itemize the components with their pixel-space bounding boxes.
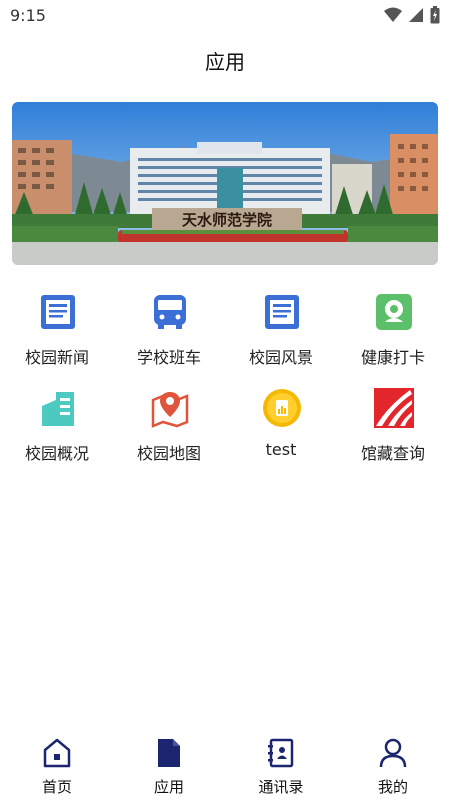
tab-label: 我的	[377, 778, 408, 796]
map-pin-icon	[151, 392, 189, 428]
app-label: test	[265, 440, 297, 459]
tab-apps[interactable]: 应用	[113, 730, 225, 800]
app-label: 校园风景	[248, 348, 313, 367]
library-logo-icon	[374, 388, 414, 428]
status-icons	[384, 6, 440, 24]
home-icon	[43, 738, 71, 768]
bus-icon	[154, 295, 186, 329]
bottom-tab-bar: 首页 应用 通讯录 我的	[0, 730, 450, 800]
tab-label: 通讯录	[258, 778, 304, 796]
app-school-bus[interactable]: 学校班车	[113, 288, 225, 378]
battery-icon	[430, 6, 440, 24]
app-campus-overview[interactable]: 校园概况	[1, 384, 113, 474]
app-label: 学校班车	[136, 348, 201, 367]
app-label: 馆藏查询	[360, 444, 425, 463]
tab-label: 应用	[153, 778, 184, 796]
campus-banner[interactable]: 天水师范学院	[12, 102, 438, 265]
tab-mine[interactable]: 我的	[337, 730, 449, 800]
app-label: 校园新闻	[24, 348, 89, 367]
tab-home[interactable]: 首页	[1, 730, 113, 800]
app-label: 校园地图	[136, 444, 201, 463]
tab-label: 首页	[41, 778, 72, 796]
page-title: 应用	[205, 50, 245, 74]
app-test[interactable]: test	[225, 384, 337, 474]
status-time: 9:15	[10, 6, 46, 25]
user-icon	[379, 738, 407, 768]
campus-photo: 天水师范学院	[12, 102, 438, 265]
app-health-checkin[interactable]: 健康打卡	[337, 288, 449, 378]
banner-sign-text: 天水师范学院	[182, 211, 272, 229]
app-label: 校园概况	[24, 444, 89, 463]
tab-contacts[interactable]: 通讯录	[225, 730, 337, 800]
app-library-search[interactable]: 馆藏查询	[337, 384, 449, 474]
landscape-document-icon	[265, 295, 299, 329]
health-checkin-icon	[376, 294, 412, 330]
signal-icon	[409, 8, 423, 22]
app-campus-scenery[interactable]: 校园风景	[225, 288, 337, 378]
app-campus-news[interactable]: 校园新闻	[1, 288, 113, 378]
app-campus-map[interactable]: 校园地图	[113, 384, 225, 474]
wifi-icon	[384, 7, 402, 22]
news-document-icon	[41, 295, 75, 329]
app-label: 健康打卡	[360, 348, 425, 367]
chart-coin-icon	[263, 389, 301, 427]
status-bar: 9:15	[0, 0, 450, 32]
apps-document-icon	[158, 739, 180, 767]
buildings-icon	[42, 392, 74, 426]
contacts-book-icon	[268, 738, 294, 768]
